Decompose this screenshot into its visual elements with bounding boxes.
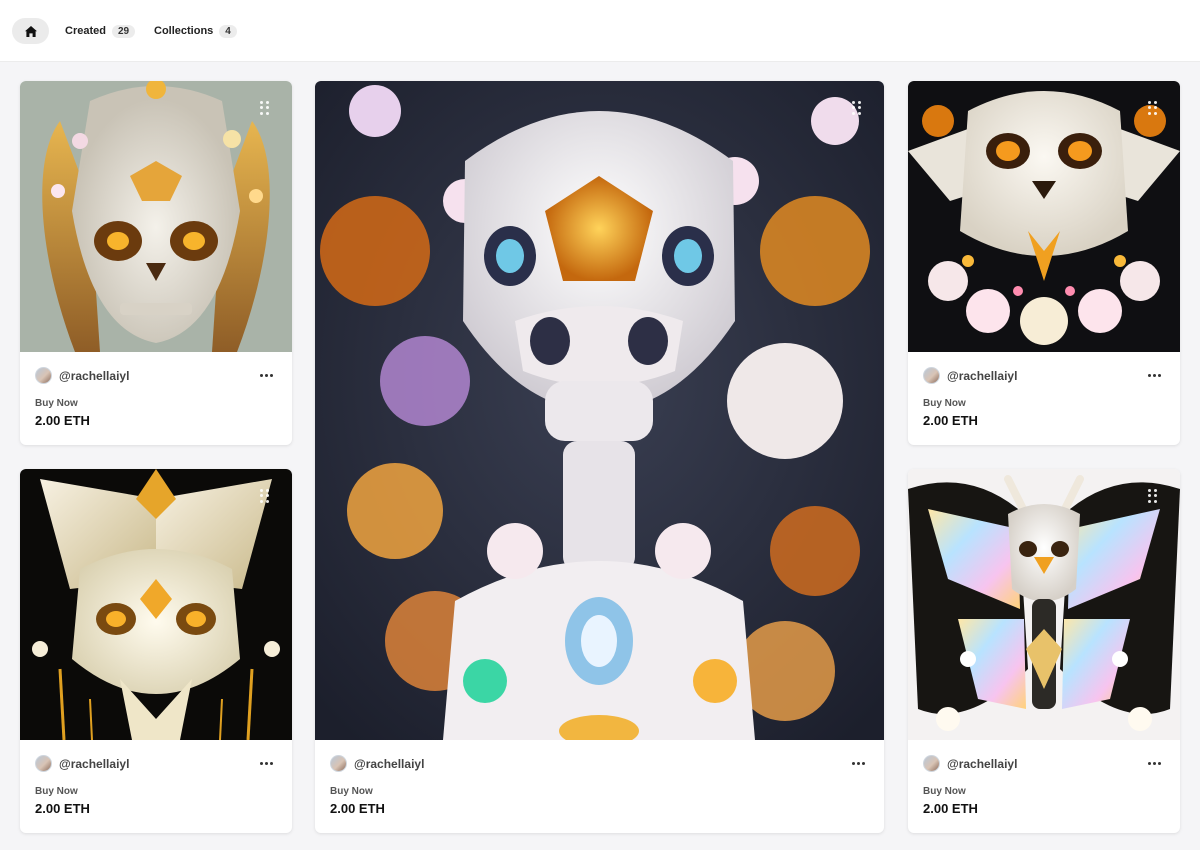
price: 2.00 ETH — [35, 801, 90, 816]
home-icon — [24, 25, 37, 37]
creator[interactable]: @rachellaiyl — [330, 755, 424, 772]
creator[interactable]: @rachellaiyl — [35, 755, 129, 772]
more-options-icon[interactable] — [256, 367, 276, 383]
drag-handle-icon[interactable] — [852, 101, 862, 115]
sale-type-label: Buy Now — [923, 398, 966, 409]
creator[interactable]: @rachellaiyl — [923, 367, 1017, 384]
avatar — [923, 755, 940, 772]
nft-artwork[interactable] — [20, 469, 292, 740]
nft-artwork[interactable] — [908, 469, 1180, 740]
tab-collections-count: 4 — [219, 24, 237, 38]
more-options-icon[interactable] — [848, 755, 868, 771]
home-tab[interactable] — [12, 18, 49, 44]
nft-card[interactable]: @rachellaiyl Buy Now 2.00 ETH — [20, 469, 292, 833]
profile-tabs-bar: Created 29 Collections 4 — [0, 0, 1200, 62]
tab-created-count: 29 — [111, 24, 136, 38]
tab-collections-label: Collections — [154, 25, 214, 37]
card-info: @rachellaiyl Buy Now 2.00 ETH — [315, 740, 884, 833]
nft-card[interactable]: @rachellaiyl Buy Now 2.00 ETH — [20, 81, 292, 445]
nft-card[interactable]: @rachellaiyl Buy Now 2.00 ETH — [908, 469, 1180, 833]
avatar — [330, 755, 347, 772]
price: 2.00 ETH — [923, 413, 978, 428]
card-info: @rachellaiyl Buy Now 2.00 ETH — [908, 352, 1180, 445]
avatar — [35, 367, 52, 384]
creator-handle: @rachellaiyl — [59, 368, 130, 383]
price: 2.00 ETH — [35, 413, 90, 428]
creator-handle: @rachellaiyl — [947, 368, 1018, 383]
creator[interactable]: @rachellaiyl — [923, 755, 1017, 772]
card-info: @rachellaiyl Buy Now 2.00 ETH — [20, 740, 292, 833]
tab-created[interactable]: Created 29 — [65, 22, 136, 40]
creator-handle: @rachellaiyl — [354, 756, 425, 771]
drag-handle-icon[interactable] — [1148, 489, 1158, 503]
nft-card[interactable]: @rachellaiyl Buy Now 2.00 ETH — [315, 81, 884, 833]
nft-artwork[interactable] — [20, 81, 292, 352]
drag-handle-icon[interactable] — [1148, 101, 1158, 115]
tab-created-label: Created — [65, 25, 106, 37]
sale-type-label: Buy Now — [330, 786, 373, 797]
tab-collections[interactable]: Collections 4 — [154, 22, 237, 40]
price: 2.00 ETH — [330, 801, 385, 816]
creator-handle: @rachellaiyl — [947, 756, 1018, 771]
nft-artwork[interactable] — [315, 81, 884, 740]
more-options-icon[interactable] — [1144, 367, 1164, 383]
creator[interactable]: @rachellaiyl — [35, 367, 129, 384]
price: 2.00 ETH — [923, 801, 978, 816]
avatar — [923, 367, 940, 384]
card-info: @rachellaiyl Buy Now 2.00 ETH — [20, 352, 292, 445]
creator-handle: @rachellaiyl — [59, 756, 130, 771]
avatar — [35, 755, 52, 772]
more-options-icon[interactable] — [1144, 755, 1164, 771]
sale-type-label: Buy Now — [35, 398, 78, 409]
sale-type-label: Buy Now — [923, 786, 966, 797]
more-options-icon[interactable] — [256, 755, 276, 771]
sale-type-label: Buy Now — [35, 786, 78, 797]
drag-handle-icon[interactable] — [260, 489, 270, 503]
nft-card[interactable]: @rachellaiyl Buy Now 2.00 ETH — [908, 81, 1180, 445]
nft-artwork[interactable] — [908, 81, 1180, 352]
drag-handle-icon[interactable] — [260, 101, 270, 115]
card-info: @rachellaiyl Buy Now 2.00 ETH — [908, 740, 1180, 833]
